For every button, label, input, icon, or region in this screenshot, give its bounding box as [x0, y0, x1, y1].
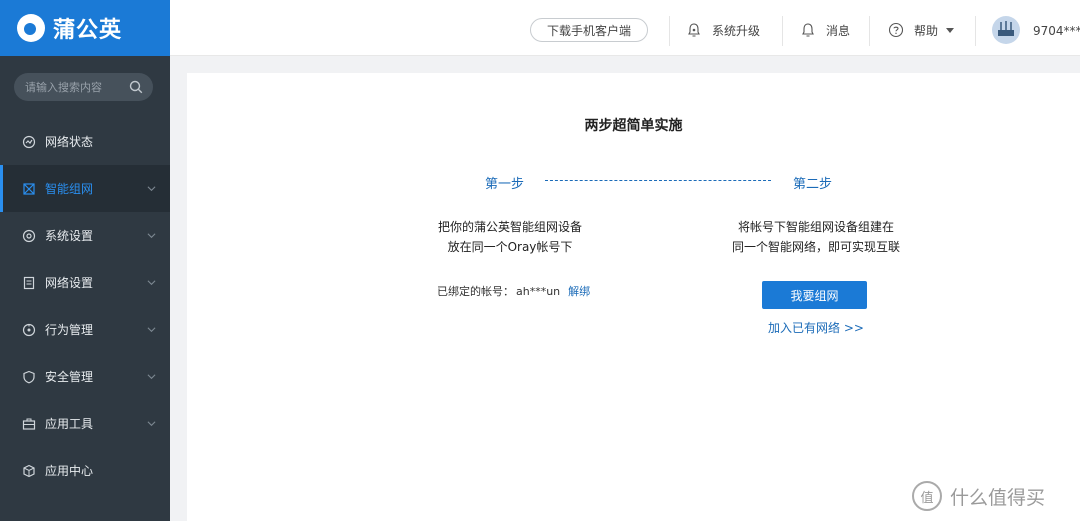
step-two-label: 第二步 [793, 177, 833, 192]
header-divider [975, 16, 976, 46]
sidebar-item-app-tools[interactable]: 应用工具 [0, 400, 170, 447]
behavior-icon [22, 323, 36, 336]
sidebar-item-label: 应用工具 [45, 417, 94, 431]
caret-down-icon [946, 28, 955, 33]
page-title: 两步超简单实施 [584, 118, 683, 134]
step-one-label: 第一步 [485, 177, 525, 192]
help-label: 帮助 [914, 23, 939, 38]
step-one-desc-line: 把你的蒲公英智能组网设备 [437, 220, 582, 234]
sidebar-item-label: 智能组网 [45, 182, 94, 196]
sidebar-item-network-settings[interactable]: 网络设置 [0, 259, 170, 306]
sidebar-item-label: 网络设置 [45, 276, 94, 290]
download-app-button[interactable]: 下载手机客户端 [530, 18, 648, 42]
create-network-button[interactable]: 我要组网 [762, 281, 867, 309]
step-two-desc-line: 将帐号下智能组网设备组建在 [737, 220, 894, 234]
toolbox-icon [22, 418, 36, 430]
header-divider [869, 16, 870, 46]
watermark-text: 什么值得买 [950, 486, 1046, 509]
chevron-down-icon [147, 233, 156, 239]
sidebar-item-security-management[interactable]: 安全管理 [0, 353, 170, 400]
logo-icon [17, 14, 45, 42]
step-connector [545, 180, 771, 181]
header-divider [782, 16, 783, 46]
step-two-description: 将帐号下智能组网设备组建在 同一个智能网络，即可实现互联 [713, 217, 919, 257]
avatar[interactable] [992, 16, 1020, 44]
brand-name: 蒲公英 [53, 18, 123, 43]
upgrade-bell-icon [688, 23, 700, 37]
bound-account: 已绑定的帐号： ah***un 解绑 [437, 283, 590, 299]
sidebar-item-network-status[interactable]: 网络状态 [0, 118, 170, 165]
bound-account-label: 已绑定的帐号： [437, 285, 514, 298]
system-upgrade-button[interactable]: 系统升级 [686, 20, 760, 40]
sidebar-nav: 网络状态 智能组网 系统设置 网络设置 行为管理 安全管理 应用工具 应用中心 [0, 118, 170, 494]
sidebar-item-label: 安全管理 [45, 370, 94, 384]
search-icon[interactable] [129, 80, 143, 94]
sidebar: 蒲公英 网络状态 智能组网 系统设置 网络设置 行为 [0, 0, 170, 521]
network-status-icon [22, 135, 36, 148]
sidebar-item-label: 系统设置 [45, 229, 94, 243]
watermark-logo-icon: 值 [912, 481, 942, 511]
chevron-down-icon [147, 421, 156, 427]
messages-button[interactable]: 消息 [800, 20, 850, 40]
main-panel: 两步超简单实施 第一步 第二步 把你的蒲公英智能组网设备 放在同一个Oray帐号… [187, 73, 1080, 521]
sidebar-item-smart-network[interactable]: 智能组网 [0, 165, 170, 212]
chevron-down-icon [147, 280, 156, 286]
header-divider [669, 16, 670, 46]
step-one-description: 把你的蒲公英智能组网设备 放在同一个Oray帐号下 [407, 217, 613, 257]
help-icon [888, 22, 904, 38]
document-icon [23, 276, 35, 289]
search-box [14, 73, 153, 101]
messages-label: 消息 [826, 23, 851, 38]
join-existing-network-link[interactable]: 加入已有网络 >> [768, 319, 864, 336]
unbind-link[interactable]: 解绑 [568, 285, 590, 298]
sidebar-item-label: 应用中心 [45, 464, 94, 478]
bell-icon [802, 23, 814, 37]
shield-icon [23, 370, 35, 383]
chevron-down-icon [147, 186, 156, 192]
cube-icon [23, 464, 35, 477]
step-one-desc-line: 放在同一个Oray帐号下 [447, 240, 573, 254]
sidebar-item-label: 网络状态 [45, 135, 94, 149]
top-header: 下载手机客户端 系统升级 消息 帮助 9704**** [170, 0, 1080, 56]
sidebar-item-behavior-management[interactable]: 行为管理 [0, 306, 170, 353]
router-avatar-icon [998, 21, 1014, 36]
search-input[interactable] [25, 80, 125, 94]
sidebar-item-app-center[interactable]: 应用中心 [0, 447, 170, 494]
step-two-desc-line: 同一个智能网络，即可实现互联 [731, 240, 900, 254]
gear-icon [22, 229, 36, 242]
watermark: 值 什么值得买 [912, 481, 1045, 511]
sidebar-item-system-settings[interactable]: 系统设置 [0, 212, 170, 259]
bound-account-value: ah***un [516, 285, 561, 298]
username[interactable]: 9704**** [1033, 24, 1080, 38]
chevron-down-icon [147, 374, 156, 380]
smart-network-icon [23, 182, 35, 195]
system-upgrade-label: 系统升级 [712, 23, 761, 38]
help-menu-button[interactable]: 帮助 [888, 20, 955, 40]
chevron-down-icon [147, 327, 156, 333]
sidebar-item-label: 行为管理 [45, 323, 94, 337]
brand-logo[interactable]: 蒲公英 [0, 0, 170, 56]
